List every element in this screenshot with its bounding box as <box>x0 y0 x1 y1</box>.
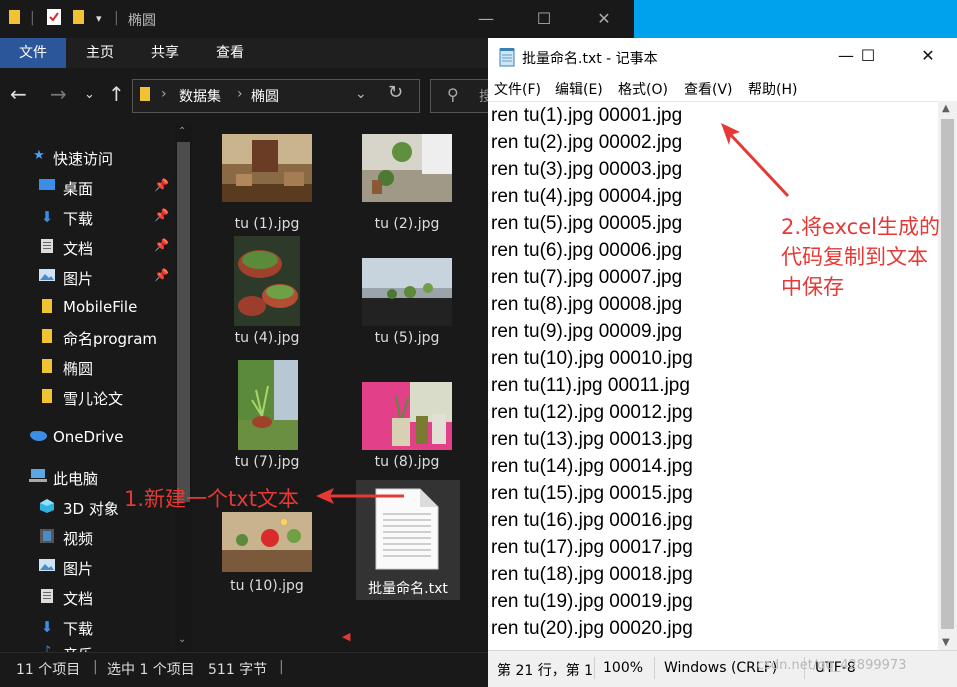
annotation-step1: 1.新建一个txt文本 <box>124 487 299 511</box>
annotation-arrows <box>316 123 790 504</box>
annotation-step2-line2: 代码复制到文本 <box>781 245 928 269</box>
arrow-to-notepad <box>728 132 790 198</box>
watermark: csdn.net/qq_42899973 <box>757 658 907 673</box>
annotation-step2-line3: 中保存 <box>781 275 844 299</box>
annotation-step2-line1: 2.将excel生成的 <box>781 215 940 239</box>
